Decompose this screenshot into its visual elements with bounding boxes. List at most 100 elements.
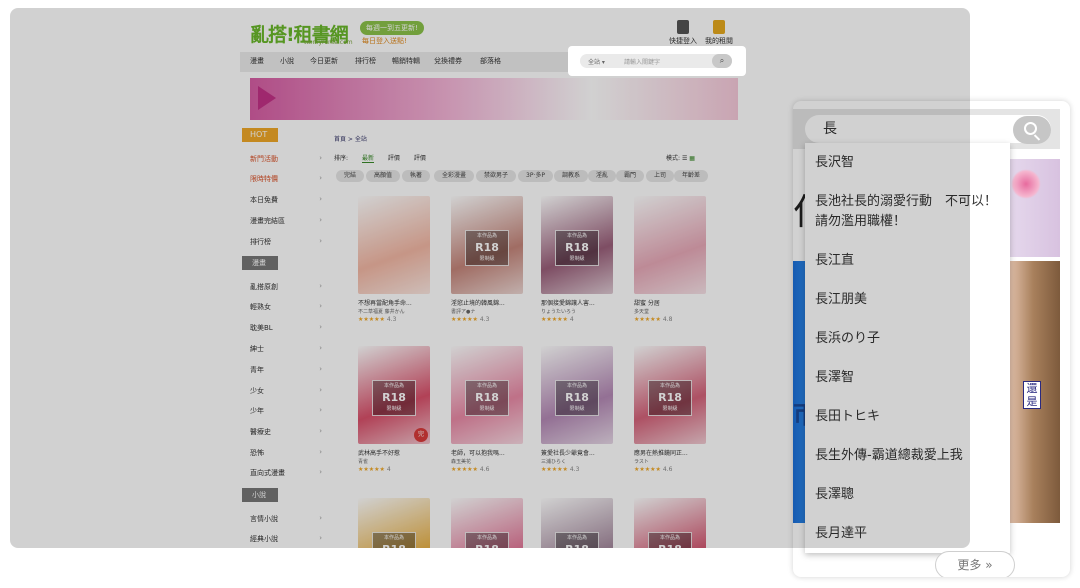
book-cover[interactable]: 本作品為R18限制級: [541, 346, 613, 444]
filter-chip[interactable]: 執著: [402, 170, 431, 182]
book-author[interactable]: 森玉美花: [451, 458, 523, 465]
sidebar-item-ranking[interactable]: 排行榜 ›: [250, 237, 328, 247]
sidebar-item-novel[interactable]: 言情小說 ›: [250, 514, 328, 524]
book-cover[interactable]: 本作品為R18限制級: [451, 498, 523, 548]
nav-item-coupon[interactable]: 兌換禮券: [434, 56, 462, 66]
filter-chip[interactable]: 全彩漫畫: [434, 170, 475, 182]
search-category-select[interactable]: 全站 ▾: [588, 57, 605, 66]
book-card[interactable]: 本作品為 R18 限制級 老師，可以抱我嗎... 森玉美花 ★★★★★ 4.6: [451, 346, 523, 473]
suggestion-item[interactable]: 長月達平: [805, 524, 1010, 544]
book-author[interactable]: 青雀: [358, 458, 430, 465]
book-card[interactable]: 甜蜜 分居 多天堂 ★★★★★ 4.8: [634, 196, 706, 323]
book-title[interactable]: 淫慾止境的韓風錦...: [451, 298, 523, 307]
sidebar-item-manga[interactable]: 耽美BL ›: [250, 323, 328, 333]
sort-option-newest[interactable]: 最新: [361, 155, 374, 163]
nav-item-bestseller[interactable]: 暢銷特輯: [392, 56, 420, 66]
book-card[interactable]: 本作品為R18限制級: [634, 498, 706, 548]
book-title[interactable]: 不想再當配角手命...: [358, 298, 430, 307]
filter-chip[interactable]: 調教系: [554, 170, 589, 182]
book-author[interactable]: りょうたいろう: [541, 308, 613, 315]
suggestion-item[interactable]: 長澤聰: [805, 485, 1010, 505]
book-card[interactable]: 本作品為R18限制級: [451, 498, 523, 548]
suggestion-item[interactable]: 長沢智: [805, 153, 1010, 173]
sort-option-rating[interactable]: 評價: [388, 155, 400, 162]
sidebar-item-novel[interactable]: 經典小說 ›: [250, 534, 328, 544]
sidebar-item-manga[interactable]: 輕熟女 ›: [250, 302, 328, 312]
book-author[interactable]: 書評ア●ナ: [451, 308, 523, 315]
my-rentals-button[interactable]: 我的租閱: [704, 20, 734, 46]
promo-banner[interactable]: [250, 78, 738, 120]
book-card[interactable]: 本作品為 R18 限制級完武林高手不好惹 青雀 ★★★★★ 4: [358, 346, 430, 473]
filter-chip[interactable]: 年齡差: [674, 170, 709, 182]
book-card[interactable]: 不想再當配角手命... 不二草福夏 藤井かん ★★★★★ 4.3: [358, 196, 430, 323]
book-card[interactable]: 本作品為 R18 限制級 簽愛社長少爺竟會... 三浦ひらく ★★★★★ 4.3: [541, 346, 613, 473]
suggestion-item[interactable]: 長池社長的溺愛行動 不可以！請勿濫用職權！: [805, 192, 1010, 232]
filter-chip[interactable]: 禁欲男子: [476, 170, 517, 182]
filter-chip[interactable]: 上司: [646, 170, 675, 182]
book-title[interactable]: 甜蜜 分居: [634, 298, 706, 307]
nav-item-ranking[interactable]: 排行榜: [355, 56, 376, 66]
login-bonus-notice[interactable]: 每日登入送點!: [362, 36, 407, 46]
book-title[interactable]: 老師，可以抱我嗎...: [451, 448, 523, 457]
site-search-field[interactable]: 全站 ▾ 請輸入關鍵字 ⌕: [580, 54, 732, 68]
book-card[interactable]: 本作品為 R18 限制級 應男在熱推鏡同正... ラスト ★★★★★ 4.6: [634, 346, 706, 473]
list-view-icon[interactable]: ☰: [682, 155, 687, 162]
book-cover[interactable]: 本作品為R18限制級: [451, 196, 523, 294]
sidebar-item-manga[interactable]: 直向式漫畫 ›: [250, 468, 328, 478]
grid-view-icon[interactable]: ▦: [689, 155, 695, 162]
book-title[interactable]: 那個接愛錦讓人害...: [541, 298, 613, 307]
suggestion-item[interactable]: 長澤智: [805, 368, 1010, 388]
nav-item-manga[interactable]: 漫畫: [250, 56, 264, 66]
book-cover[interactable]: 本作品為R18限制級: [634, 498, 706, 548]
sidebar-item-manga[interactable]: 醫療史 ›: [250, 427, 328, 437]
suggestion-item[interactable]: 長江朋美: [805, 290, 1010, 310]
more-button[interactable]: 更多 »: [935, 551, 1015, 577]
suggestion-item[interactable]: 長浜のり子: [805, 329, 1010, 349]
filter-chip[interactable]: 霸門: [616, 170, 645, 182]
book-author[interactable]: ラスト: [634, 458, 706, 465]
book-cover[interactable]: 本作品為R18限制級: [541, 498, 613, 548]
sidebar-item-manga[interactable]: 亂搭原創 ›: [250, 282, 328, 292]
breadcrumb[interactable]: 首頁 > 全站: [334, 134, 367, 143]
book-card[interactable]: 本作品為R18限制級: [541, 498, 613, 548]
sidebar-item-sale[interactable]: 限時特價 ›: [250, 174, 328, 184]
sidebar-item-manga[interactable]: 恐怖 ›: [250, 448, 328, 458]
book-card[interactable]: 本作品為R18限制級: [358, 498, 430, 548]
book-title[interactable]: 應男在熱推鏡同正...: [634, 448, 706, 457]
book-author[interactable]: 三浦ひらく: [541, 458, 613, 465]
sidebar-item-manga[interactable]: 紳士 ›: [250, 344, 328, 354]
filter-chip[interactable]: 淫亂: [588, 170, 617, 182]
sidebar-item-manga[interactable]: 少女 ›: [250, 386, 328, 396]
book-title[interactable]: 簽愛社長少爺竟會...: [541, 448, 613, 457]
sort-option-review[interactable]: 評價: [414, 155, 426, 162]
book-cover[interactable]: [358, 196, 430, 294]
suggestion-item[interactable]: 長江直: [805, 251, 1010, 271]
book-cover[interactable]: 本作品為R18限制級: [358, 498, 430, 548]
suggestion-item[interactable]: 長田トヒキ: [805, 407, 1010, 427]
sidebar-item-completed[interactable]: 漫畫完結區 ›: [250, 216, 328, 226]
quick-login-button[interactable]: 快捷登入: [668, 20, 698, 46]
book-cover[interactable]: [634, 196, 706, 294]
book-title[interactable]: 武林高手不好惹: [358, 448, 430, 457]
filter-chip[interactable]: 3P·多P: [518, 170, 553, 182]
nav-item-blog[interactable]: 部落格: [480, 56, 501, 66]
filter-chip[interactable]: 完結: [336, 170, 365, 182]
book-cover[interactable]: 本作品為 R18 限制級完: [358, 346, 430, 444]
book-card[interactable]: 本作品為 R18 限制級 那個接愛錦讓人害... りょうたいろう ★★★★★ 4: [541, 196, 613, 323]
search-input[interactable]: [823, 120, 1003, 136]
book-cover[interactable]: 本作品為R18限制級: [451, 346, 523, 444]
book-cover[interactable]: 本作品為R18限制級: [541, 196, 613, 294]
book-author[interactable]: 多天堂: [634, 308, 706, 315]
sidebar-item-manga[interactable]: 青年 ›: [250, 365, 328, 375]
sidebar-item-events[interactable]: 新門活動 ›: [250, 154, 328, 164]
site-search-button[interactable]: ⌕: [712, 54, 732, 68]
sidebar-item-manga[interactable]: 少年 ›: [250, 406, 328, 416]
book-card[interactable]: 本作品為 R18 限制級 淫慾止境的韓風錦... 書評ア●ナ ★★★★★ 4.3: [451, 196, 523, 323]
book-cover[interactable]: 本作品為R18限制級: [634, 346, 706, 444]
sidebar-item-free[interactable]: 本日免費 ›: [250, 195, 328, 205]
suggestion-item[interactable]: 長生外傳-霸道總裁愛上我: [805, 446, 1010, 466]
book-author[interactable]: 不二草福夏 藤井かん: [358, 308, 430, 315]
search-button[interactable]: [1013, 116, 1051, 144]
nav-item-novel[interactable]: 小說: [280, 56, 294, 66]
nav-item-today[interactable]: 今日更新: [310, 56, 338, 66]
